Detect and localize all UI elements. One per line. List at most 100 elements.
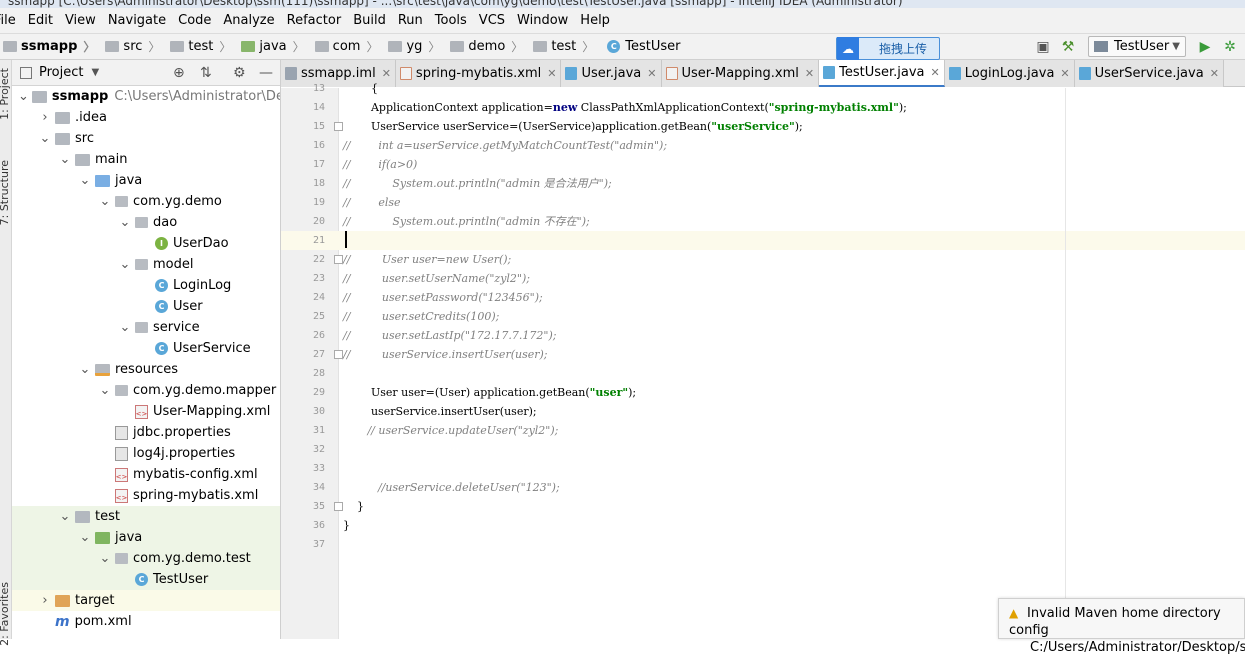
hammer-icon[interactable]: ⚒ (1059, 38, 1077, 56)
chevron-right-icon[interactable]: › (38, 110, 52, 125)
tab-userservice-java[interactable]: UserService.java ✕ (1074, 60, 1224, 87)
tree-item-com-yg-demo[interactable]: ⌄ com.yg.demo (12, 191, 280, 212)
chevron-down-icon[interactable]: ⌄ (58, 152, 72, 167)
code-line[interactable]: // System.out.println("admin 不存在"); (343, 212, 590, 231)
breadcrumb-item-java[interactable]: java 〉 (238, 38, 311, 55)
code-line[interactable]: // userService.insertUser(user); (343, 345, 548, 364)
menu-code[interactable]: Code (172, 8, 217, 34)
breadcrumb-item-test[interactable]: test 〉 (167, 38, 238, 55)
chevron-down-icon[interactable]: ⌄ (38, 131, 52, 146)
upload-button[interactable]: ☁ 拖拽上传 (836, 37, 940, 60)
tree-item-resources[interactable]: ⌄ resources (12, 359, 280, 380)
gear-icon[interactable]: ⚙ (233, 65, 246, 81)
minimize-icon[interactable]: — (259, 65, 273, 81)
code-line[interactable]: // else (343, 193, 401, 212)
menu-navigate[interactable]: Navigate (102, 8, 172, 34)
close-icon[interactable]: ✕ (1210, 67, 1219, 80)
breadcrumb-item-com[interactable]: com 〉 (312, 38, 386, 55)
tree-item-ssmapp[interactable]: ⌄ ssmapp C:\Users\Administrator\Deskto (12, 86, 280, 107)
code-line[interactable]: //userService.deleteUser("123"); (343, 478, 560, 497)
tree-item-java[interactable]: ⌄ java (12, 527, 280, 548)
code-line[interactable]: // User user=new User(); (343, 250, 511, 269)
tab-structure[interactable]: 7: Structure (0, 160, 11, 225)
chevron-down-icon[interactable]: ⌄ (98, 383, 112, 398)
breadcrumb-item-yg[interactable]: yg 〉 (385, 38, 447, 55)
tree-item-spring-mybatis-xml[interactable]: <> spring-mybatis.xml (12, 485, 280, 506)
code-line[interactable]: User user=(User) application.getBean("us… (343, 383, 636, 402)
tab-loginlog-java[interactable]: LoginLog.java ✕ (944, 60, 1075, 87)
tree-item-model[interactable]: ⌄ model (12, 254, 280, 275)
code-line[interactable]: // int a=userService.getMyMatchCountTest… (343, 136, 667, 155)
code-line[interactable]: ApplicationContext application=new Class… (343, 98, 907, 117)
breadcrumb-item-src[interactable]: src 〉 (102, 38, 167, 55)
tab-spring-mybatis-xml[interactable]: spring-mybatis.xml ✕ (395, 60, 562, 87)
tree-item-user[interactable]: C User (12, 296, 280, 317)
chevron-right-icon[interactable]: › (38, 593, 52, 608)
code-line[interactable]: // userService.updateUser("zyl2"); (343, 421, 558, 440)
tab-user-mapping-xml[interactable]: User-Mapping.xml ✕ (661, 60, 820, 87)
code-line[interactable]: UserService userService=(UserService)app… (343, 117, 803, 136)
breadcrumb-item-test-pkg[interactable]: test 〉 (530, 38, 601, 55)
tree-item--idea[interactable]: › .idea (12, 107, 280, 128)
code-line[interactable]: userService.insertUser(user); (343, 402, 537, 421)
code-line[interactable]: // System.out.println("admin 是合法用户"); (343, 174, 612, 193)
menu-help[interactable]: Help (574, 8, 616, 34)
breadcrumb-item-testuser[interactable]: C TestUser (601, 39, 683, 54)
debug-icon[interactable]: ✲ (1221, 38, 1239, 56)
chevron-down-icon[interactable]: ⌄ (98, 551, 112, 566)
menu-view[interactable]: View (59, 8, 102, 34)
fold-marker-icon[interactable] (334, 502, 343, 511)
run-config-select[interactable]: TestUser ▼ (1088, 36, 1186, 57)
chevron-down-icon[interactable]: ⌄ (58, 509, 72, 524)
tree-item-main[interactable]: ⌄ main (12, 149, 280, 170)
menu-run[interactable]: Run (392, 8, 429, 34)
menu-file[interactable]: File (0, 8, 22, 34)
close-icon[interactable]: ✕ (547, 67, 556, 80)
fold-marker-icon[interactable] (334, 255, 343, 264)
tree-item-com-yg-demo-test[interactable]: ⌄ com.yg.demo.test (12, 548, 280, 569)
code-line[interactable]: // if(a>0) (343, 155, 417, 174)
chevron-down-icon[interactable]: ⌄ (18, 89, 29, 104)
locate-icon[interactable]: ⊕ (173, 65, 185, 81)
tree-item-userdao[interactable]: I UserDao (12, 233, 280, 254)
code-line[interactable]: // user.setCredits(100); (343, 307, 499, 326)
tree-item-src[interactable]: ⌄ src (12, 128, 280, 149)
chevron-down-icon[interactable]: ⌄ (78, 173, 92, 188)
menu-analyze[interactable]: Analyze (217, 8, 280, 34)
code-line[interactable]: // user.setPassword("123456"); (343, 288, 543, 307)
menu-edit[interactable]: Edit (22, 8, 59, 34)
close-icon[interactable]: ✕ (805, 67, 814, 80)
tree-item-jdbc-properties[interactable]: jdbc.properties (12, 422, 280, 443)
close-icon[interactable]: ✕ (382, 67, 391, 80)
maven-notification[interactable]: ▲ Invalid Maven home directory config C:/… (998, 598, 1245, 655)
tree-item-java[interactable]: ⌄ java (12, 170, 280, 191)
code-line[interactable]: } (343, 516, 350, 535)
tab-project[interactable]: 1: Project (0, 68, 11, 120)
tab-favorites[interactable]: 2: Favorites (0, 582, 11, 646)
fold-marker-icon[interactable] (334, 122, 343, 131)
breadcrumb-item-demo[interactable]: demo 〉 (447, 38, 530, 55)
tree-item-target[interactable]: › target (12, 590, 280, 611)
close-icon[interactable]: ✕ (1060, 67, 1069, 80)
tree-item-testuser[interactable]: C TestUser (12, 569, 280, 590)
tree-item-user-mapping-xml[interactable]: <> User-Mapping.xml (12, 401, 280, 422)
tree-item-com-yg-demo-mapper[interactable]: ⌄ com.yg.demo.mapper (12, 380, 280, 401)
breadcrumb-item-ssmapp[interactable]: ssmapp 〉 (0, 38, 102, 55)
chevron-down-icon[interactable]: ⌄ (98, 194, 112, 209)
project-panel-title[interactable]: Project (39, 65, 83, 80)
tree-item-service[interactable]: ⌄ service (12, 317, 280, 338)
menu-window[interactable]: Window (511, 8, 574, 34)
run-icon[interactable]: ▶ (1196, 38, 1214, 56)
chevron-down-icon[interactable]: ⌄ (78, 530, 92, 545)
menu-refactor[interactable]: Refactor (281, 8, 348, 34)
chevron-down-icon[interactable]: ⌄ (78, 362, 92, 377)
tab-testuser-java[interactable]: TestUser.java ✕ (819, 60, 945, 87)
layout-icon[interactable]: ▣ (1034, 38, 1052, 56)
code-line[interactable]: } (343, 497, 364, 516)
collapse-all-icon[interactable]: ⇅ (200, 65, 212, 81)
tree-item-mybatis-config-xml[interactable]: <> mybatis-config.xml (12, 464, 280, 485)
tree-item-userservice[interactable]: C UserService (12, 338, 280, 359)
tree-item-dao[interactable]: ⌄ dao (12, 212, 280, 233)
chevron-down-icon[interactable]: ▼ (91, 67, 99, 78)
code-line[interactable]: // user.setUserName("zyl2"); (343, 269, 530, 288)
